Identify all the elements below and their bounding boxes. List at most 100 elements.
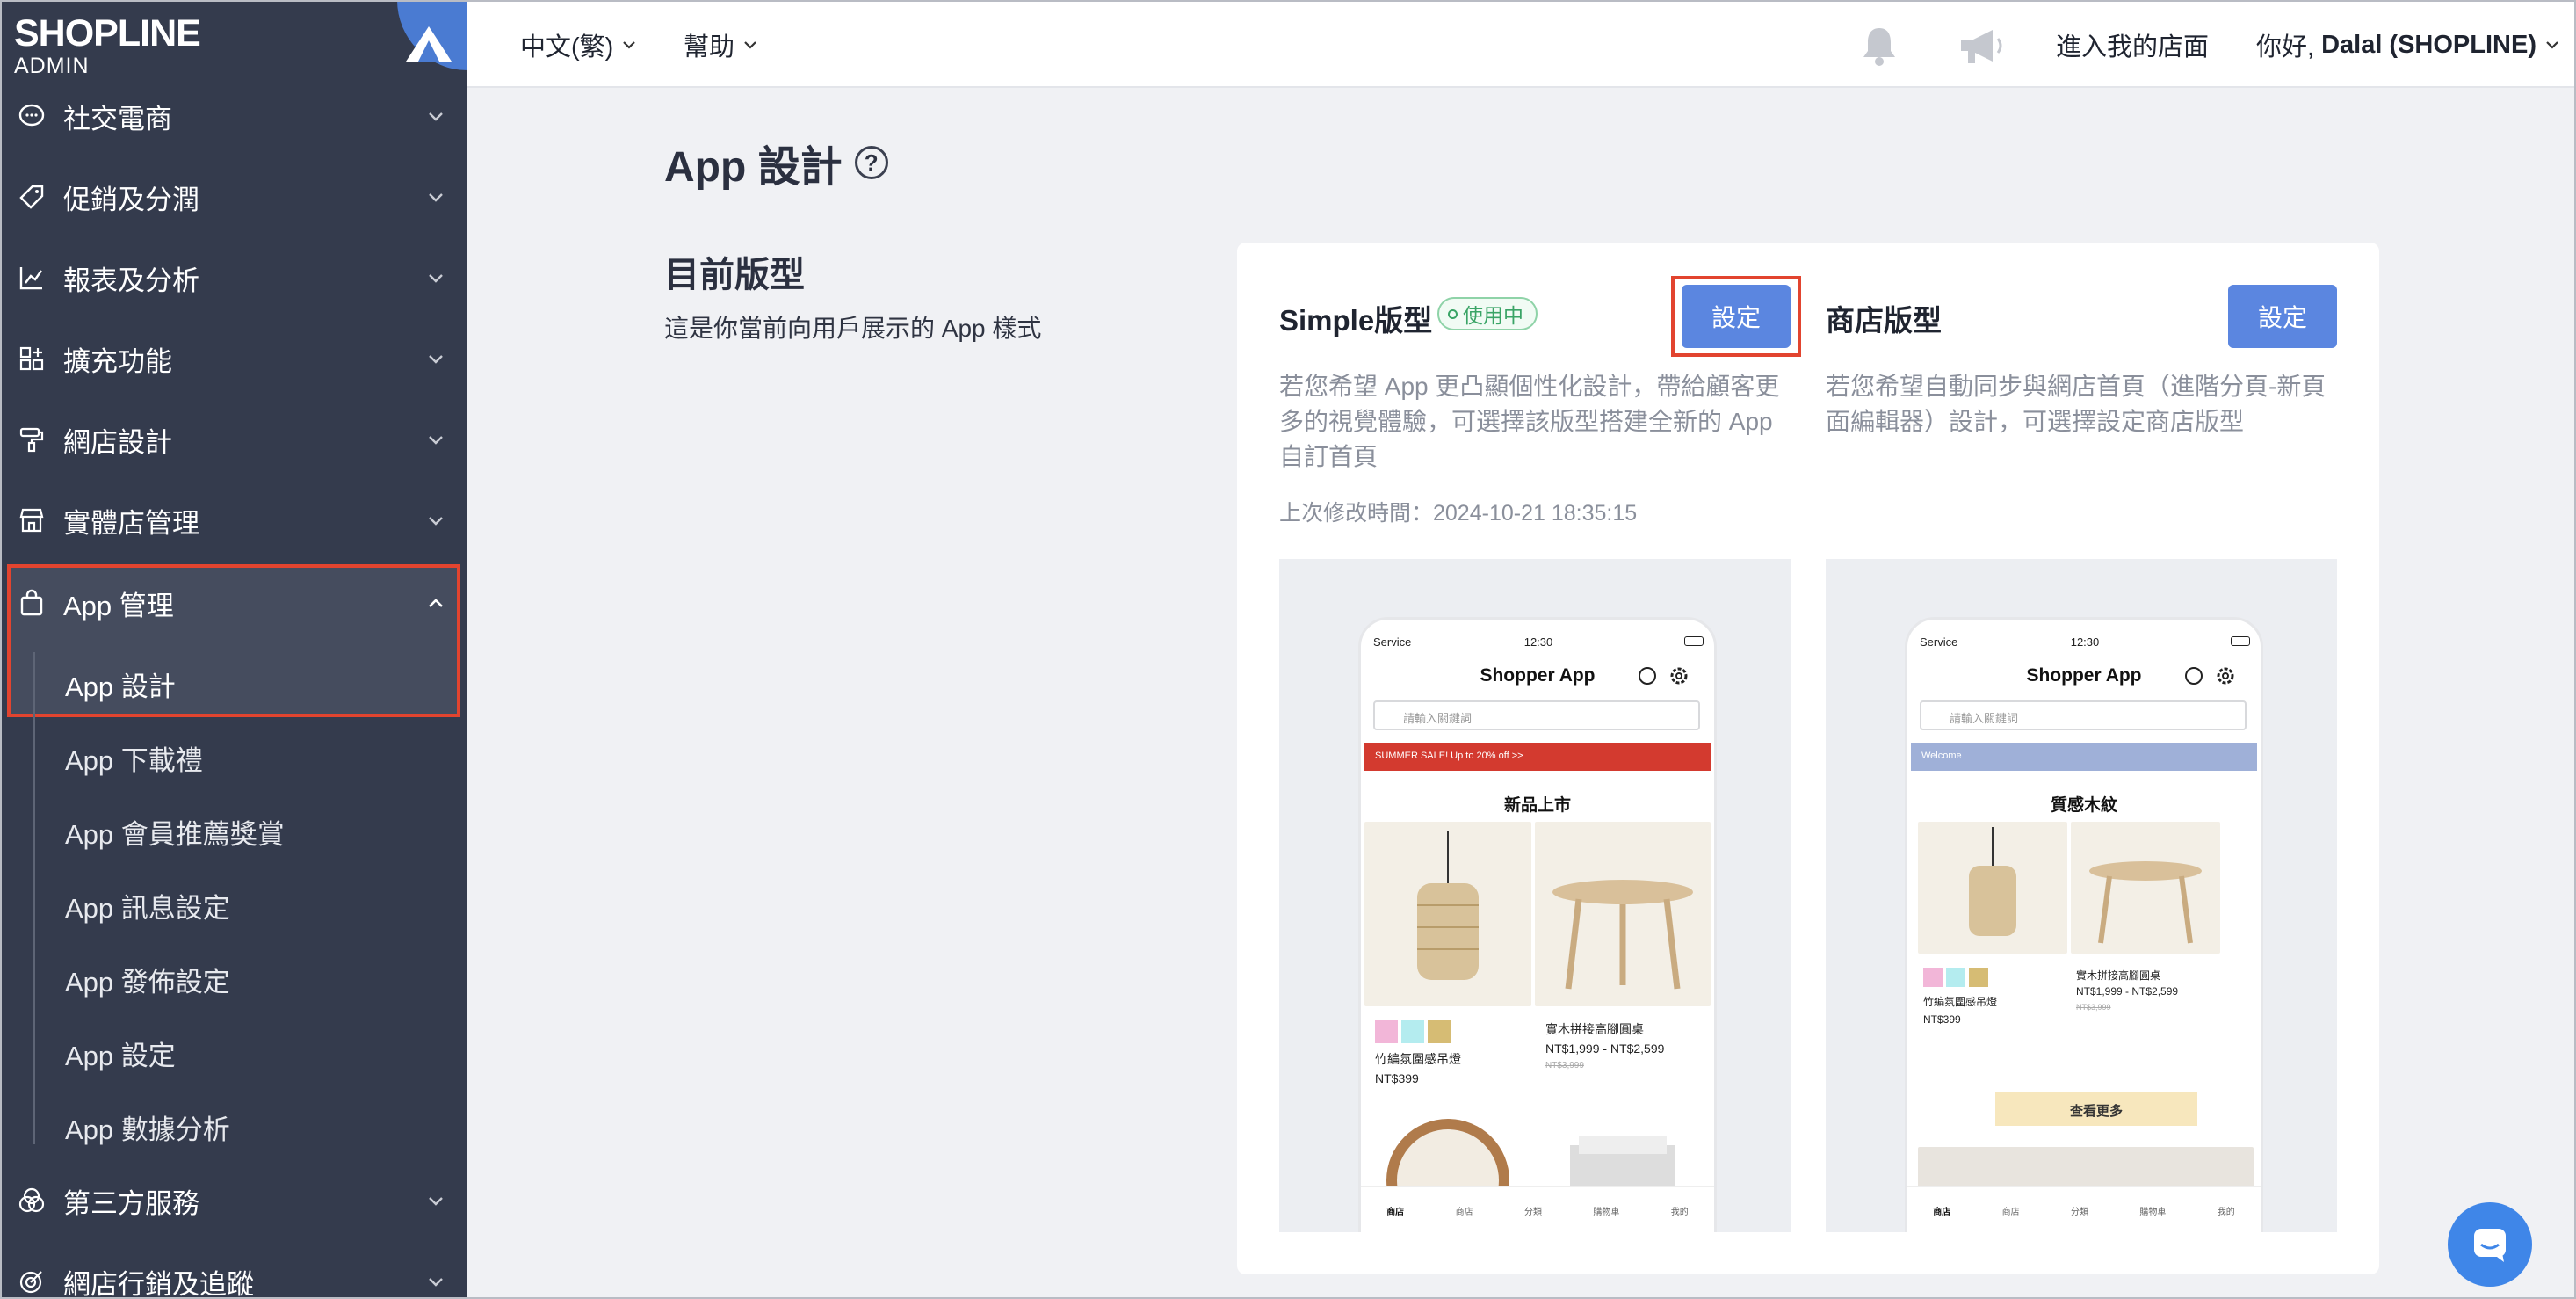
sidebar-item-label: 擴充功能 <box>63 345 172 377</box>
simple-template-description: 若您希望 App 更凸顯個性化設計，帶給顧客更 多的視覺體驗，可選擇該版型搭建全… <box>1279 369 1779 475</box>
phone-status-bar: Service 12:30 <box>1373 635 1704 649</box>
description-line: 自訂首頁 <box>1279 443 1378 470</box>
chevron-down-icon <box>429 517 443 526</box>
sidebar-item-extensions[interactable]: 擴充功能 <box>0 318 467 399</box>
sidebar-subitem-app-design[interactable]: App 設計 <box>65 664 176 704</box>
phone-app-title: Shopper App <box>1480 665 1596 686</box>
sidebar-item-label: 第三方服務 <box>63 1187 199 1219</box>
phone-tab-home: 商店 <box>1933 1208 1951 1217</box>
store-template-description: 若您希望自動同步與網店首頁（進階分頁-新頁 面編輯器）設計，可選擇設定商店版型 <box>1826 369 2326 439</box>
phone-tab-category: 分類 <box>1523 1208 1542 1217</box>
sidebar-item-social-commerce[interactable]: 社交電商 <box>0 76 467 156</box>
page-title: App 設計 ? <box>664 132 888 193</box>
megaphone-icon[interactable] <box>1957 26 2007 67</box>
product-price: NT$1,999 - NT$2,599 <box>2076 985 2179 998</box>
sidebar-item-reports[interactable]: 報表及分析 <box>0 237 467 318</box>
phone-tab-category: 分類 <box>2070 1208 2088 1217</box>
section-title: 目前版型 <box>664 256 805 294</box>
table-image <box>2071 822 2220 954</box>
chevron-down-icon <box>2546 41 2558 49</box>
phone-tab-cart: 購物車 <box>1593 1208 1620 1217</box>
target-icon <box>16 1266 47 1297</box>
battery-icon <box>2231 636 2250 646</box>
phone-tab-store: 商店 <box>2001 1208 2020 1217</box>
bell-icon[interactable] <box>1859 25 1899 67</box>
product-name: 實木拼接高腳圓桌 <box>2076 969 2161 982</box>
color-swatch <box>1969 968 1988 987</box>
sidebar-subitem-app-download-gift[interactable]: App 下載禮 <box>65 738 203 778</box>
phone-tab-account: 我的 <box>1670 1208 1689 1217</box>
gear-icon <box>1670 667 1688 685</box>
user-name: Dalal (SHOPLINE) <box>2321 30 2536 59</box>
simple-settings-button[interactable]: 設定 <box>1682 285 1791 348</box>
last-modified-text: 上次修改時間：2024-10-21 18:35:15 <box>1279 501 1638 526</box>
sidebar-subitem-app-analytics[interactable]: App 數據分析 <box>65 1107 230 1147</box>
top-bar: 中文(繁) 幫助 進入我的店面 你好, Dalal (SHOPLINE) <box>467 0 2576 88</box>
tag-icon <box>16 181 47 213</box>
sidebar-item-retail-store[interactable]: 實體店管理 <box>0 480 467 561</box>
venn-icon <box>16 1185 47 1216</box>
chevron-down-icon <box>744 41 756 49</box>
sidebar-subitem-app-publish[interactable]: App 發佈設定 <box>65 960 230 999</box>
clock-image <box>1364 1101 1531 1232</box>
sidebar-item-label: App 管理 <box>63 590 174 621</box>
status-badge: 使用中 <box>1437 297 1538 330</box>
chevron-down-icon <box>429 1197 443 1206</box>
status-dot-icon <box>1448 308 1458 319</box>
logo-text: SHOPLINE <box>14 12 201 54</box>
submenu-guide-line <box>33 652 35 1144</box>
product-name: 竹編氛圍感吊燈 <box>1375 1052 1461 1066</box>
live-chat-button[interactable] <box>2448 1202 2532 1287</box>
see-more-button: 查看更多 <box>1995 1092 2197 1126</box>
phone-mockup: Service 12:30 Shopper App 請輸入關鍵詞 SUMMER … <box>1358 617 1717 1232</box>
product-price: NT$399 <box>1375 1071 1419 1085</box>
phone-time: 12:30 <box>1523 635 1553 649</box>
chevron-down-icon <box>429 436 443 445</box>
phone-tab-store: 商店 <box>1455 1208 1473 1217</box>
sidebar-subitem-app-referral[interactable]: App 會員推薦獎賞 <box>65 812 285 852</box>
phone-status-bar: Service 12:30 <box>1920 635 2250 649</box>
phone-search-input: 請輸入關鍵詞 <box>1373 700 1700 730</box>
chart-icon <box>16 262 47 294</box>
description-line: 若您希望自動同步與網店首頁（進階分頁-新頁 <box>1826 373 2326 400</box>
help-circle-icon[interactable]: ? <box>854 146 888 179</box>
color-swatch <box>1923 968 1943 987</box>
brand-badge <box>397 0 467 70</box>
chat-icon <box>1639 667 1656 685</box>
sidebar-item-label: 報表及分析 <box>63 265 199 296</box>
chat-icon <box>2474 1229 2506 1262</box>
sidebar-item-label: 網店設計 <box>63 426 172 458</box>
chevron-up-icon <box>429 599 443 607</box>
sidebar-subitem-app-settings[interactable]: App 設定 <box>65 1034 176 1073</box>
sidebar-item-third-party[interactable]: 第三方服務 <box>0 1160 467 1241</box>
sidebar-item-store-design[interactable]: 網店設計 <box>0 399 467 480</box>
gear-icon <box>2217 667 2234 685</box>
help-dropdown[interactable]: 幫助 <box>684 26 759 63</box>
description-line: 面編輯器）設計，可選擇設定商店版型 <box>1826 408 2245 435</box>
page-title-text: App 設計 <box>664 144 843 191</box>
enter-store-link[interactable]: 進入我的店面 <box>2056 26 2209 63</box>
store-settings-button[interactable]: 設定 <box>2228 285 2337 348</box>
brand-logo[interactable]: SHOPLINE ADMIN <box>14 12 201 77</box>
triangle-logo-icon <box>406 26 452 62</box>
chevron-down-icon <box>429 274 443 283</box>
sidebar-item-app-management[interactable]: App 管理 <box>0 562 467 643</box>
language-label: 中文(繁) <box>520 33 614 62</box>
phone-tab-bar: 商店 商店 分類 購物車 我的 <box>1907 1186 2261 1232</box>
store-template-preview: Service 12:30 Shopper App 請輸入關鍵詞 Welcome… <box>1826 559 2337 1232</box>
language-dropdown[interactable]: 中文(繁) <box>520 26 638 63</box>
apps-icon <box>16 343 47 374</box>
phone-tab-bar: 商店 商店 分類 購物車 我的 <box>1361 1186 1714 1232</box>
sidebar-item-label: 網店行銷及追蹤 <box>63 1268 254 1299</box>
sidebar-item-promotions[interactable]: 促銷及分潤 <box>0 156 467 237</box>
sidebar: SHOPLINE ADMIN 社交電商 促銷及分潤 報表及分析 擴充功能 網店設… <box>0 0 467 1299</box>
user-menu[interactable]: 你好, Dalal (SHOPLINE) <box>2256 26 2561 63</box>
sidebar-subitem-app-messages[interactable]: App 訊息設定 <box>65 886 230 925</box>
battery-icon <box>1684 636 1704 646</box>
help-label: 幫助 <box>684 33 735 62</box>
color-swatch <box>1428 1020 1451 1043</box>
phone-section-title: 新品上市 <box>1503 796 1571 815</box>
sidebar-item-marketing[interactable]: 網店行銷及追蹤 <box>0 1241 467 1299</box>
chevron-down-icon <box>429 112 443 121</box>
chevron-down-icon <box>429 1278 443 1287</box>
